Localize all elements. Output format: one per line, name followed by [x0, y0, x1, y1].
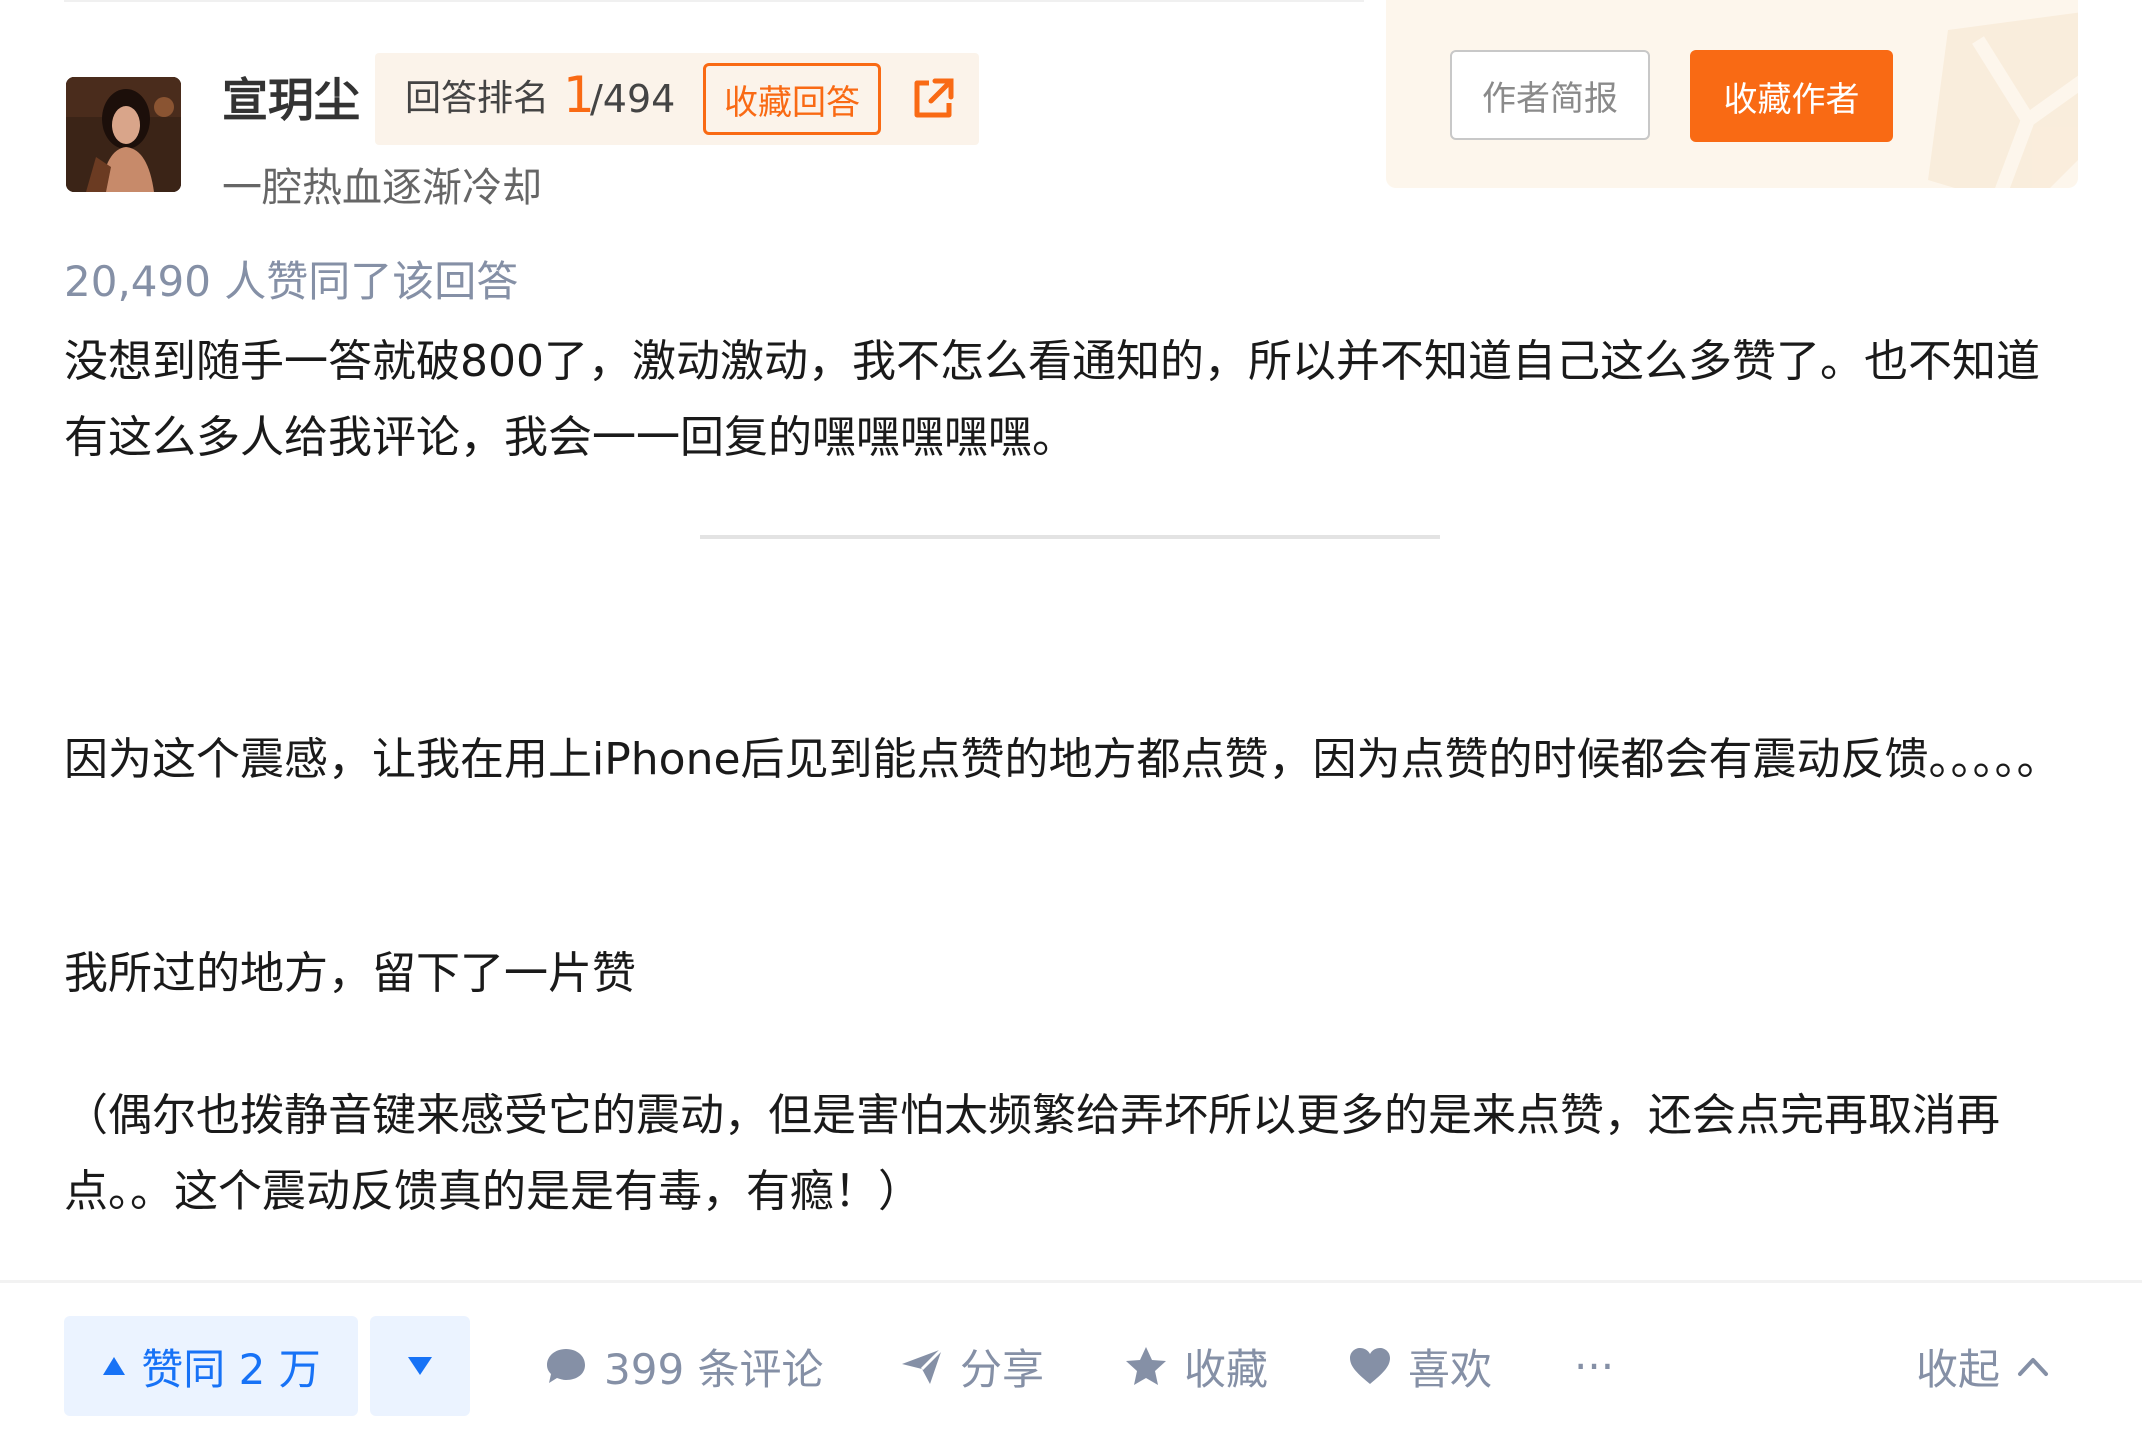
- top-divider: [64, 0, 1364, 2]
- send-icon: [902, 1347, 944, 1384]
- vote-count-text[interactable]: 20,490 人赞同了该回答: [64, 254, 518, 310]
- star-icon: [1126, 1347, 1166, 1385]
- collect-answer-button[interactable]: 收藏回答: [703, 63, 881, 135]
- follow-author-button[interactable]: 收藏作者: [1690, 50, 1893, 142]
- vote-down-button[interactable]: [370, 1316, 470, 1416]
- avatar[interactable]: [66, 77, 181, 192]
- favorite-label: 收藏: [1184, 1344, 1269, 1394]
- content-divider: [700, 535, 1440, 539]
- author-name[interactable]: 宣玥尘: [222, 72, 360, 128]
- more-icon: ···: [1574, 1341, 1615, 1391]
- comments-button[interactable]: 399 条评论: [544, 1316, 824, 1416]
- share-button[interactable]: 分享: [900, 1316, 1044, 1416]
- action-bar: 赞同 2 万 399 条评论 分享 收藏 喜欢 ··· 收起: [0, 1280, 2142, 1443]
- caret-down-icon: [408, 1357, 432, 1375]
- like-label: 喜欢: [1408, 1344, 1493, 1394]
- more-button[interactable]: ···: [1574, 1316, 1614, 1416]
- author-profile-button[interactable]: 作者简报: [1450, 50, 1650, 140]
- decorative-pattern-icon: [1928, 12, 2078, 188]
- answer-paragraph: 我所过的地方，留下了一片赞: [64, 948, 636, 999]
- answer-paragraph: 因为这个震感，让我在用上iPhone后见到能点赞的地方都点赞，因为点赞的时候都会…: [64, 734, 2061, 785]
- comments-label: 399 条评论: [604, 1344, 824, 1394]
- answer-card: 作者简报 收藏作者 宣玥尘 回答排名 1 /494 收藏回答 一腔热血逐渐冷却 …: [0, 0, 2142, 1443]
- vote-up-label: 赞同 2 万: [141, 1344, 321, 1394]
- answer-paragraph: （偶尔也拨静音键来感受它的震动，但是害怕太频繁给弄坏所以更多的是来点赞，还会点完…: [64, 1090, 2000, 1217]
- avatar-image: [66, 77, 181, 192]
- comment-icon: [547, 1349, 585, 1383]
- author-tagline: 一腔热血逐渐冷却: [222, 165, 542, 211]
- chevron-up-icon: [2018, 1358, 2049, 1376]
- caret-up-icon: [103, 1357, 126, 1375]
- rank-total: /494: [590, 77, 676, 121]
- rank-label: 回答排名: [405, 78, 550, 119]
- favorite-button[interactable]: 收藏: [1124, 1316, 1268, 1416]
- vote-up-button[interactable]: 赞同 2 万: [64, 1316, 358, 1416]
- collapse-label: 收起: [1916, 1344, 2001, 1394]
- answer-rank-box: 回答排名 1 /494 收藏回答: [375, 53, 979, 145]
- heart-icon: [1350, 1348, 1390, 1384]
- like-button[interactable]: 喜欢: [1348, 1316, 1492, 1416]
- share-label: 分享: [960, 1344, 1045, 1394]
- collapse-button[interactable]: 收起: [1916, 1316, 2050, 1416]
- share-out-icon[interactable]: [909, 75, 957, 123]
- answer-paragraph: 没想到随手一答就破800了，激动激动，我不怎么看通知的，所以并不知道自己这么多赞…: [64, 336, 2040, 463]
